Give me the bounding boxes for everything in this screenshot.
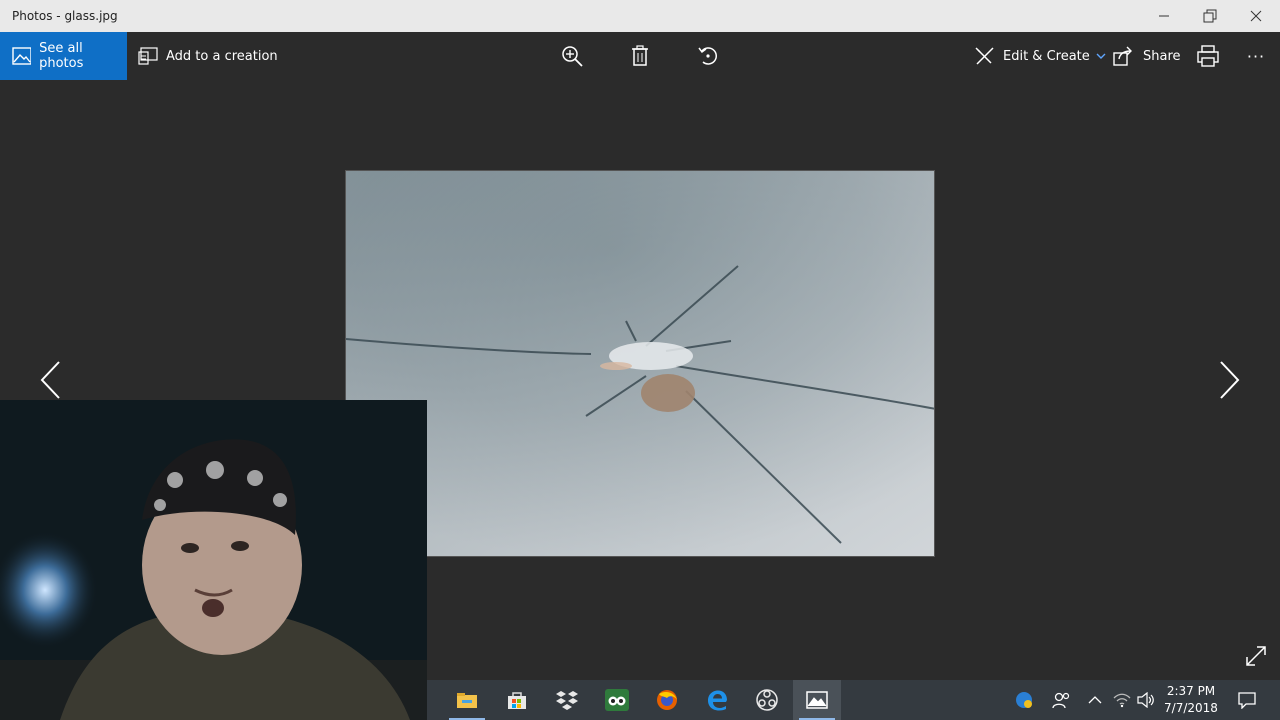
chevron-up-icon xyxy=(1088,696,1102,704)
minimize-icon xyxy=(1159,15,1169,17)
trash-icon xyxy=(632,45,648,66)
dropbox-icon xyxy=(556,691,578,710)
store-icon xyxy=(508,692,526,709)
taskbar-file-explorer[interactable] xyxy=(443,680,491,720)
speaker-icon xyxy=(1137,692,1154,708)
edit-create-icon xyxy=(975,47,994,65)
taskbar xyxy=(427,680,1280,720)
title-bar: Photos - glass.jpg xyxy=(0,0,1280,32)
window-title: Photos - glass.jpg xyxy=(12,9,118,23)
photo-viewer-image[interactable] xyxy=(345,170,935,557)
share-button[interactable]: Share xyxy=(1113,32,1181,80)
people-icon xyxy=(1052,692,1070,709)
taskbar-obs[interactable] xyxy=(743,680,791,720)
printer-icon xyxy=(1197,45,1219,67)
edit-create-button[interactable]: Edit & Create xyxy=(975,32,1106,80)
chevron-down-icon xyxy=(1096,53,1106,59)
wifi-icon xyxy=(1113,693,1131,708)
expand-icon xyxy=(1246,646,1266,666)
taskbar-photos[interactable] xyxy=(793,680,841,720)
firefox-icon xyxy=(657,690,677,710)
edge-icon xyxy=(708,690,727,711)
taskbar-edge[interactable] xyxy=(693,680,741,720)
tray-help[interactable] xyxy=(1010,680,1038,720)
taskbar-store[interactable] xyxy=(493,680,541,720)
add-to-creation-label: Add to a creation xyxy=(166,48,278,64)
delete-button[interactable] xyxy=(628,32,652,80)
tray-show-hidden[interactable] xyxy=(1083,680,1107,720)
restore-button[interactable] xyxy=(1187,0,1233,32)
tray-volume[interactable] xyxy=(1133,680,1159,720)
see-all-photos-label: See all photos xyxy=(39,41,84,71)
next-photo-button[interactable] xyxy=(1210,358,1250,402)
chevron-left-icon xyxy=(40,361,60,399)
share-icon xyxy=(1113,46,1132,66)
notification-icon xyxy=(1238,692,1256,709)
more-button[interactable]: ··· xyxy=(1244,32,1268,80)
minimize-button[interactable] xyxy=(1141,0,1187,32)
print-button[interactable] xyxy=(1197,32,1219,80)
clock-time: 2:37 PM xyxy=(1166,684,1216,698)
previous-photo-button[interactable] xyxy=(30,358,70,402)
photos-icon xyxy=(12,47,32,65)
photos-icon xyxy=(806,691,828,709)
share-label: Share xyxy=(1143,48,1181,64)
tray-people[interactable] xyxy=(1047,680,1075,720)
chevron-right-icon xyxy=(1220,361,1240,399)
file-explorer-icon xyxy=(457,693,477,708)
tripadvisor-icon xyxy=(605,689,629,711)
fullscreen-button[interactable] xyxy=(1244,644,1268,668)
taskbar-firefox[interactable] xyxy=(643,680,691,720)
zoom-in-icon xyxy=(562,46,583,67)
toolbar: See all photos Add to a creation Edit & … xyxy=(0,32,1280,80)
obs-icon xyxy=(756,689,778,711)
see-all-photos-button[interactable]: See all photos xyxy=(0,32,127,80)
cracked-glass-photo xyxy=(346,171,934,556)
add-to-creation-button[interactable]: Add to a creation xyxy=(138,32,278,80)
webcam-video-feed xyxy=(0,400,427,720)
zoom-button[interactable] xyxy=(560,32,584,80)
close-button[interactable] xyxy=(1233,0,1279,32)
taskbar-clock[interactable]: 2:37 PM 7/7/2018 xyxy=(1160,683,1222,717)
edit-create-label: Edit & Create xyxy=(1003,48,1090,64)
help-icon xyxy=(1016,692,1032,708)
tray-network[interactable] xyxy=(1109,680,1135,720)
clock-date: 7/7/2018 xyxy=(1164,701,1218,715)
restore-icon xyxy=(1203,9,1217,23)
close-icon xyxy=(1250,10,1262,22)
more-icon: ··· xyxy=(1246,46,1266,66)
tray-action-center[interactable] xyxy=(1233,680,1261,720)
taskbar-tripadvisor[interactable] xyxy=(593,680,641,720)
webcam-overlay xyxy=(0,400,427,720)
rotate-button[interactable] xyxy=(696,32,720,80)
taskbar-dropbox[interactable] xyxy=(543,680,591,720)
add-creation-icon xyxy=(138,47,158,65)
rotate-icon xyxy=(698,47,718,65)
